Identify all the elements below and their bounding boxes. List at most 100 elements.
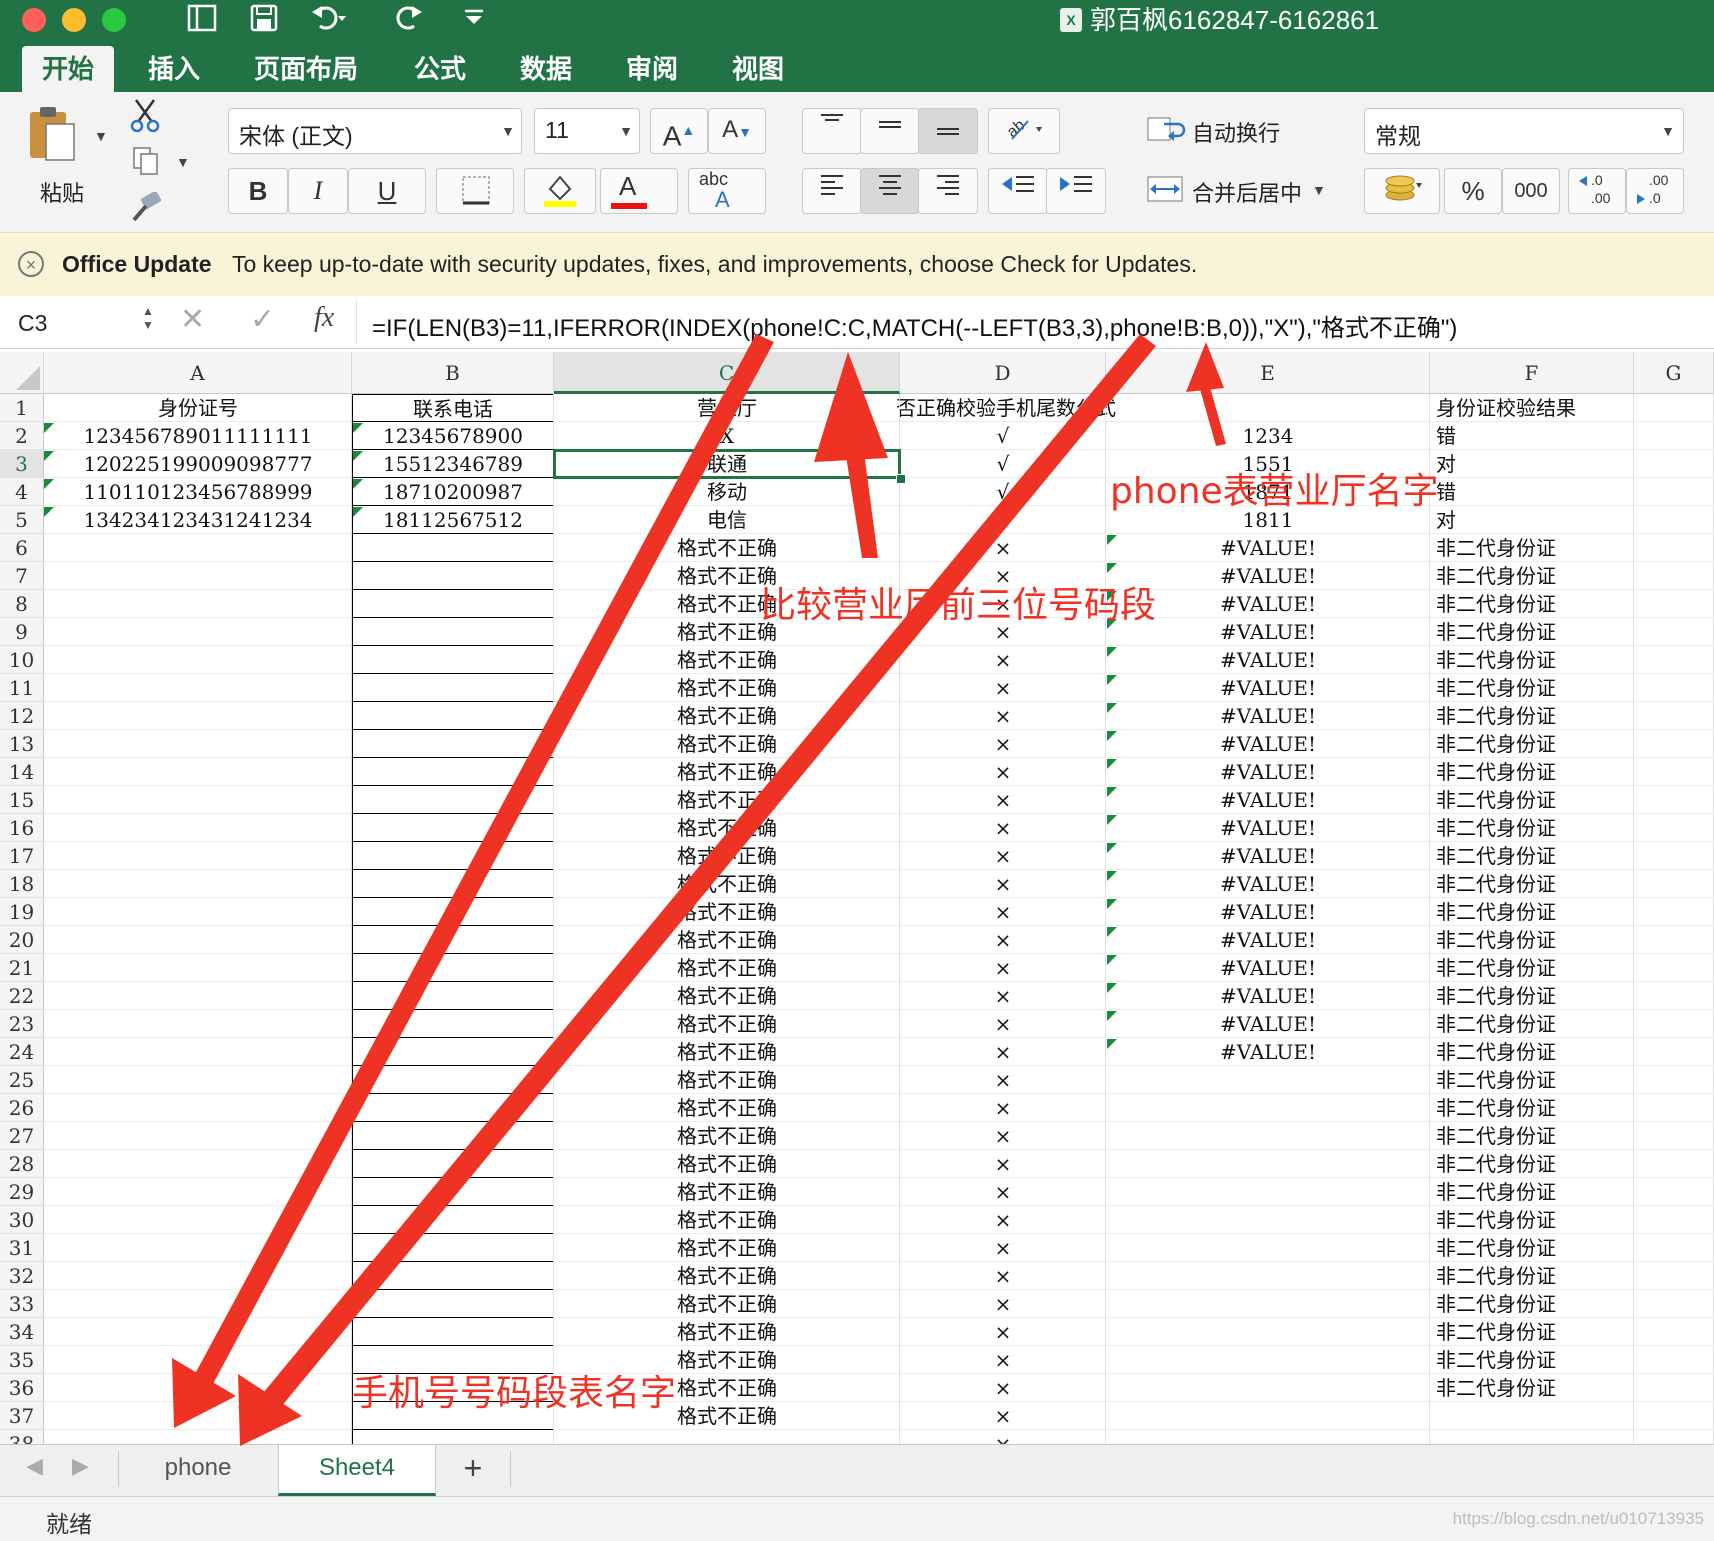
cell-d18[interactable]: × (900, 870, 1106, 898)
cell-f30[interactable]: 非二代身份证 (1430, 1206, 1634, 1234)
cell-e11[interactable]: #VALUE! (1106, 674, 1430, 702)
cell-b21[interactable] (352, 954, 554, 982)
cell-b7[interactable] (352, 562, 554, 590)
cell-g23[interactable] (1634, 1010, 1714, 1038)
column-header-f[interactable]: F (1430, 352, 1634, 394)
cell-g7[interactable] (1634, 562, 1714, 590)
cell-a5[interactable]: 134234123431241234 (44, 506, 352, 534)
cell-c4[interactable]: 移动 (554, 478, 900, 506)
cell-g28[interactable] (1634, 1150, 1714, 1178)
cell-g3[interactable] (1634, 450, 1714, 478)
cell-g5[interactable] (1634, 506, 1714, 534)
cell-f32[interactable]: 非二代身份证 (1430, 1262, 1634, 1290)
cell-e26[interactable] (1106, 1094, 1430, 1122)
scroll-sheets-left-icon[interactable]: ◀ (26, 1453, 43, 1479)
cell-e19[interactable]: #VALUE! (1106, 898, 1430, 926)
cell-d23[interactable]: × (900, 1010, 1106, 1038)
cell-e25[interactable] (1106, 1066, 1430, 1094)
cell-a4[interactable]: 110110123456788999 (44, 478, 352, 506)
cell-e20[interactable]: #VALUE! (1106, 926, 1430, 954)
cell-f26[interactable]: 非二代身份证 (1430, 1094, 1634, 1122)
row-header[interactable]: 33 (0, 1290, 44, 1318)
error-indicator-icon[interactable] (44, 423, 54, 433)
cell-g29[interactable] (1634, 1178, 1714, 1206)
cell-g19[interactable] (1634, 898, 1714, 926)
number-format-dropdown-icon[interactable]: ▼ (1661, 123, 1675, 139)
scroll-sheets-right-icon[interactable]: ▶ (72, 1453, 89, 1479)
cell-e18[interactable]: #VALUE! (1106, 870, 1430, 898)
cell-g17[interactable] (1634, 842, 1714, 870)
cell-b29[interactable] (352, 1178, 554, 1206)
cell-b10[interactable] (352, 646, 554, 674)
cell-d14[interactable]: × (900, 758, 1106, 786)
row-header[interactable]: 34 (0, 1318, 44, 1346)
tab-view[interactable]: 视图 (712, 46, 804, 92)
cell-a33[interactable] (44, 1290, 352, 1318)
cell-d4[interactable]: √ (900, 478, 1106, 506)
column-header-b[interactable]: B (352, 352, 554, 394)
cell-b31[interactable] (352, 1234, 554, 1262)
cell-a7[interactable] (44, 562, 352, 590)
cell-a3[interactable]: 120225199009098777 (44, 450, 352, 478)
cell-b26[interactable] (352, 1094, 554, 1122)
cell-d24[interactable]: × (900, 1038, 1106, 1066)
cell-c3[interactable]: 联通 (554, 450, 900, 478)
paste-icon[interactable] (24, 104, 80, 171)
cell-d15[interactable]: × (900, 786, 1106, 814)
cell-g30[interactable] (1634, 1206, 1714, 1234)
cell-b22[interactable] (352, 982, 554, 1010)
cell-f13[interactable]: 非二代身份证 (1430, 730, 1634, 758)
cell-b12[interactable] (352, 702, 554, 730)
cell-b8[interactable] (352, 590, 554, 618)
error-indicator-icon[interactable] (1107, 1011, 1117, 1021)
cut-icon[interactable] (130, 98, 160, 137)
cell-c38[interactable] (554, 1430, 900, 1444)
cell-a24[interactable] (44, 1038, 352, 1066)
cell-f37[interactable] (1430, 1402, 1634, 1430)
row-header[interactable]: 4 (0, 478, 44, 506)
cell-c14[interactable]: 格式不正确 (554, 758, 900, 786)
cell-a2[interactable]: 123456789011111111 (44, 422, 352, 450)
cell-a26[interactable] (44, 1094, 352, 1122)
row-header[interactable]: 19 (0, 898, 44, 926)
cell-a9[interactable] (44, 618, 352, 646)
font-name-dropdown-icon[interactable]: ▼ (501, 123, 515, 139)
row-header[interactable]: 2 (0, 422, 44, 450)
row-header[interactable]: 5 (0, 506, 44, 534)
cell-f5[interactable]: 对 (1430, 506, 1634, 534)
add-sheet-button[interactable]: + (446, 1445, 500, 1493)
format-painter-icon[interactable] (130, 191, 164, 227)
row-header[interactable]: 6 (0, 534, 44, 562)
cell-d37[interactable]: × (900, 1402, 1106, 1430)
cell-g16[interactable] (1634, 814, 1714, 842)
cell-f34[interactable]: 非二代身份证 (1430, 1318, 1634, 1346)
error-indicator-icon[interactable] (1107, 871, 1117, 881)
error-indicator-icon[interactable] (353, 423, 363, 433)
cell-f24[interactable]: 非二代身份证 (1430, 1038, 1634, 1066)
cell-e36[interactable] (1106, 1374, 1430, 1402)
cell-f27[interactable]: 非二代身份证 (1430, 1122, 1634, 1150)
cancel-entry-icon[interactable]: ✕ (180, 302, 205, 337)
row-header[interactable]: 17 (0, 842, 44, 870)
cell-e32[interactable] (1106, 1262, 1430, 1290)
cell-c18[interactable]: 格式不正确 (554, 870, 900, 898)
cell-f2[interactable]: 错 (1430, 422, 1634, 450)
row-header[interactable]: 18 (0, 870, 44, 898)
cell-a21[interactable] (44, 954, 352, 982)
cell-c5[interactable]: 电信 (554, 506, 900, 534)
font-size-dropdown-icon[interactable]: ▼ (619, 123, 633, 139)
align-right-button[interactable] (918, 168, 978, 214)
row-header[interactable]: 15 (0, 786, 44, 814)
error-indicator-icon[interactable] (44, 479, 54, 489)
cell-e38[interactable] (1106, 1430, 1430, 1444)
cell-g21[interactable] (1634, 954, 1714, 982)
cell-d16[interactable]: × (900, 814, 1106, 842)
cell-b16[interactable] (352, 814, 554, 842)
error-indicator-icon[interactable] (1107, 563, 1117, 573)
cell-b2[interactable]: 12345678900 (352, 422, 554, 450)
cell-g13[interactable] (1634, 730, 1714, 758)
cell-c28[interactable]: 格式不正确 (554, 1150, 900, 1178)
error-indicator-icon[interactable] (1107, 927, 1117, 937)
formula-input[interactable]: =IF(LEN(B3)=11,IFERROR(INDEX(phone!C:C,M… (372, 308, 1457, 343)
cell-e23[interactable]: #VALUE! (1106, 1010, 1430, 1038)
